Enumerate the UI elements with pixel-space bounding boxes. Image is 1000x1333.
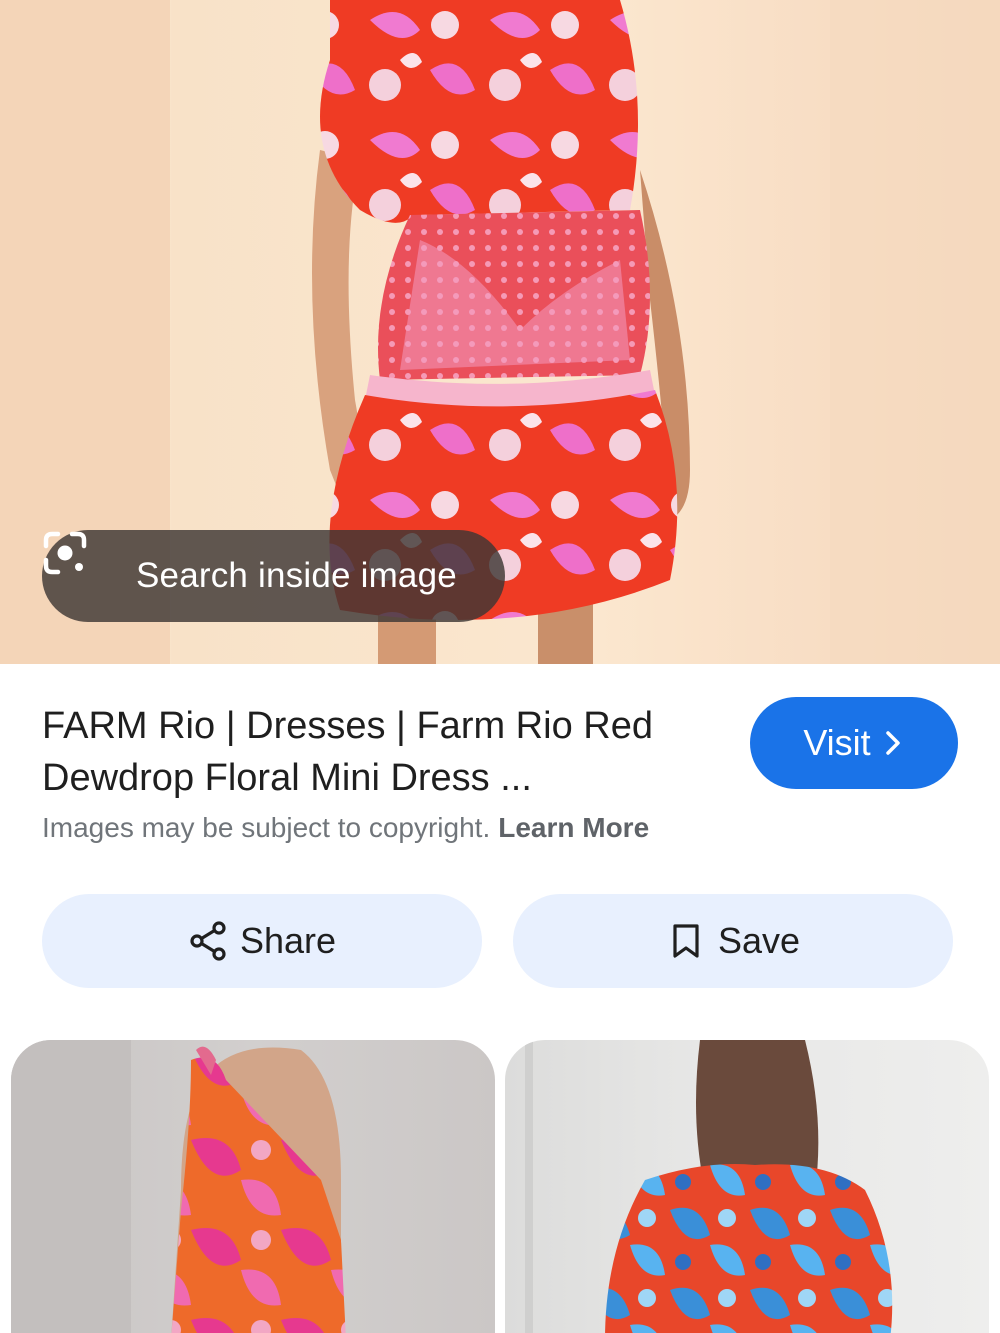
- related-image-1: [11, 1040, 346, 1333]
- bookmark-icon: [666, 921, 706, 961]
- save-label: Save: [717, 920, 801, 961]
- search-inside-image-label: Search inside image: [136, 556, 457, 595]
- copyright-notice: Images may be subject to copyright. Learn…: [42, 812, 649, 844]
- hero-image[interactable]: Search inside image: [0, 0, 1000, 664]
- copyright-text: Images may be subject to copyright.: [42, 812, 491, 843]
- learn-more-link[interactable]: Learn More: [498, 812, 649, 843]
- share-icon: [188, 921, 228, 961]
- chevron-right-icon: [885, 729, 905, 757]
- share-label: Share: [239, 920, 337, 961]
- share-button[interactable]: Share: [42, 894, 482, 988]
- visit-label: Visit: [803, 722, 871, 763]
- google-lens-icon: [43, 531, 114, 601]
- related-image-card[interactable]: [11, 1040, 495, 1333]
- search-inside-image-button[interactable]: Search inside image: [42, 530, 505, 622]
- related-image-card[interactable]: [505, 1040, 989, 1333]
- related-image-2: [525, 1040, 893, 1333]
- save-button[interactable]: Save: [513, 894, 953, 988]
- result-title[interactable]: FARM Rio | Dresses | Farm Rio Red Dewdro…: [42, 700, 732, 804]
- visit-button[interactable]: Visit: [750, 697, 958, 789]
